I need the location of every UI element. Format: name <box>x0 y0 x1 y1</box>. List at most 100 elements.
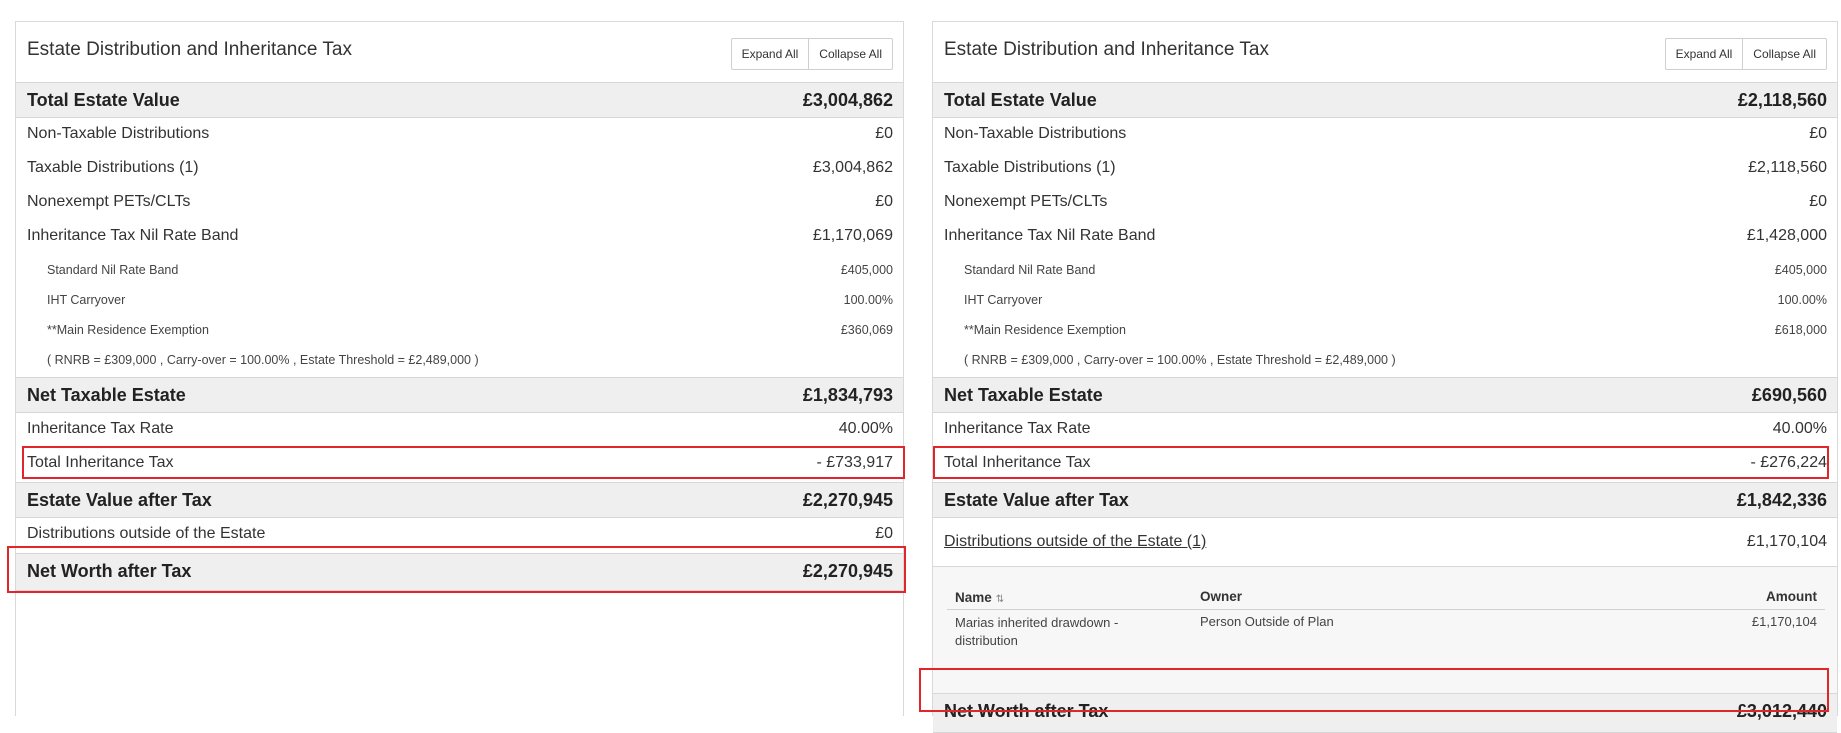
net-taxable-label: Net Taxable Estate <box>944 385 1103 405</box>
after-tax-label: Estate Value after Tax <box>944 490 1129 510</box>
std-nrb-label: Standard Nil Rate Band <box>964 263 1096 277</box>
std-nrb-value: £405,000 <box>840 263 893 277</box>
std-nrb-label: Standard Nil Rate Band <box>47 263 179 277</box>
taxable-row: Taxable Distributions (1) £3,004,862 <box>16 152 903 186</box>
nonexempt-value: £0 <box>875 193 893 210</box>
net-worth-label: Net Worth after Tax <box>27 561 192 581</box>
net-worth-value: £2,270,945 <box>802 561 893 581</box>
net-taxable-value: £1,834,793 <box>802 385 893 405</box>
expand-all-button[interactable]: Expand All <box>1666 39 1743 69</box>
distributions-table: Name ⇅ Owner Amount Marias inherited draw… <box>947 585 1825 654</box>
main-residence-row: **Main Residence Exemption £618,000 <box>933 315 1837 345</box>
net-worth-value: £3,012,440 <box>1736 701 1827 721</box>
tax-rate-label: Inheritance Tax Rate <box>944 420 1091 437</box>
net-worth-row: Net Worth after Tax £3,012,440 <box>933 693 1837 733</box>
main-residence-label: **Main Residence Exemption <box>47 323 209 337</box>
total-estate-row: Total Estate Value £3,004,862 <box>16 82 903 118</box>
total-estate-row: Total Estate Value £2,118,560 <box>933 82 1837 118</box>
taxable-value: £2,118,560 <box>1748 159 1827 176</box>
carryover-row: IHT Carryover 100.00% <box>16 285 903 315</box>
column-header-name[interactable]: Name ⇅ <box>955 589 1155 609</box>
after-tax-row: Estate Value after Tax £1,842,336 <box>933 482 1837 518</box>
table-row: Marias inherited drawdown - distribution… <box>947 610 1825 654</box>
total-iht-row: Total Inheritance Tax - £276,224 <box>933 447 1837 481</box>
expand-all-button[interactable]: Expand All <box>732 39 809 69</box>
non-taxable-value: £0 <box>875 125 893 142</box>
nonexempt-label: Nonexempt PETs/CLTs <box>27 193 191 210</box>
outside-distributions-link[interactable]: Distributions outside of the Estate (1) <box>944 533 1206 551</box>
collapse-all-button[interactable]: Collapse All <box>808 39 892 69</box>
total-estate-value: £3,004,862 <box>802 90 893 110</box>
total-iht-value: - £276,224 <box>1750 454 1827 471</box>
non-taxable-value: £0 <box>1809 125 1827 142</box>
total-iht-row: Total Inheritance Tax - £733,917 <box>16 447 903 481</box>
distributions-table-area: Name ⇅ Owner Amount Marias inherited draw… <box>933 566 1837 694</box>
tax-rate-label: Inheritance Tax Rate <box>27 420 174 437</box>
after-tax-value: £2,270,945 <box>802 490 893 510</box>
nonexempt-label: Nonexempt PETs/CLTs <box>944 193 1108 210</box>
column-header-amount: Amount <box>1766 589 1817 604</box>
outside-distributions-value: £1,170,104 <box>1746 533 1827 550</box>
tax-rate-value: 40.00% <box>838 420 893 437</box>
nil-rate-band-label: Inheritance Tax Nil Rate Band <box>27 227 239 244</box>
rnrb-note-row: ( RNRB = £309,000 , Carry-over = 100.00%… <box>16 345 903 375</box>
outside-distributions-row: Distributions outside of the Estate £0 <box>16 518 903 552</box>
total-iht-label: Total Inheritance Tax <box>27 454 174 471</box>
carryover-label: IHT Carryover <box>47 293 126 307</box>
non-taxable-label: Non-Taxable Distributions <box>27 125 210 142</box>
tax-rate-row: Inheritance Tax Rate 40.00% <box>16 413 903 447</box>
main-residence-value: £618,000 <box>1774 323 1827 337</box>
taxable-value: £3,004,862 <box>812 159 893 176</box>
total-iht-label: Total Inheritance Tax <box>944 454 1091 471</box>
rnrb-note-row: ( RNRB = £309,000 , Carry-over = 100.00%… <box>933 345 1837 375</box>
non-taxable-row: Non-Taxable Distributions £0 <box>933 118 1837 152</box>
taxable-row: Taxable Distributions (1) £2,118,560 <box>933 152 1837 186</box>
main-residence-row: **Main Residence Exemption £360,069 <box>16 315 903 345</box>
carryover-label: IHT Carryover <box>964 293 1043 307</box>
table-header-row: Name ⇅ Owner Amount <box>947 585 1825 610</box>
net-taxable-label: Net Taxable Estate <box>27 385 186 405</box>
total-estate-label: Total Estate Value <box>944 90 1097 110</box>
collapse-all-button[interactable]: Collapse All <box>1742 39 1826 69</box>
taxable-label: Taxable Distributions (1) <box>27 159 199 176</box>
carryover-row: IHT Carryover 100.00% <box>933 285 1837 315</box>
nil-rate-band-row: Inheritance Tax Nil Rate Band £1,428,000 <box>933 220 1837 254</box>
net-worth-row: Net Worth after Tax £2,270,945 <box>16 553 903 591</box>
nil-rate-band-label: Inheritance Tax Nil Rate Band <box>944 227 1156 244</box>
estate-panel-right: Estate Distribution and Inheritance Tax … <box>932 21 1838 733</box>
std-nrb-row: Standard Nil Rate Band £405,000 <box>16 255 903 285</box>
column-header-owner: Owner <box>1200 589 1243 604</box>
nil-rate-band-row: Inheritance Tax Nil Rate Band £1,170,069 <box>16 220 903 254</box>
sort-icon[interactable]: ⇅ <box>996 594 1004 605</box>
carryover-value: 100.00% <box>843 293 893 307</box>
net-taxable-value: £690,560 <box>1751 385 1827 405</box>
outside-distributions-value: £0 <box>875 525 893 542</box>
taxable-label: Taxable Distributions (1) <box>944 159 1116 176</box>
non-taxable-row: Non-Taxable Distributions £0 <box>16 118 903 152</box>
main-residence-label: **Main Residence Exemption <box>964 323 1126 337</box>
expand-collapse-group: Expand All Collapse All <box>1664 38 1827 70</box>
estate-panel-left: Estate Distribution and Inheritance Tax … <box>15 21 904 716</box>
nonexempt-value: £0 <box>1809 193 1827 210</box>
panel-title: Estate Distribution and Inheritance Tax <box>944 39 1269 60</box>
panel-title: Estate Distribution and Inheritance Tax <box>27 39 352 60</box>
tax-rate-row: Inheritance Tax Rate 40.00% <box>933 413 1837 447</box>
expand-collapse-group: Expand All Collapse All <box>730 38 893 70</box>
net-taxable-row: Net Taxable Estate £690,560 <box>933 377 1837 413</box>
net-taxable-row: Net Taxable Estate £1,834,793 <box>16 377 903 413</box>
nonexempt-row: Nonexempt PETs/CLTs £0 <box>933 186 1837 220</box>
std-nrb-value: £405,000 <box>1774 263 1827 277</box>
outside-distributions-label: Distributions outside of the Estate <box>27 525 266 542</box>
nil-rate-band-value: £1,428,000 <box>1746 227 1827 244</box>
total-estate-value: £2,118,560 <box>1737 90 1827 110</box>
distribution-amount: £1,170,104 <box>1751 614 1817 629</box>
distribution-owner: Person Outside of Plan <box>1200 614 1334 629</box>
after-tax-row: Estate Value after Tax £2,270,945 <box>16 482 903 518</box>
std-nrb-row: Standard Nil Rate Band £405,000 <box>933 255 1837 285</box>
nonexempt-row: Nonexempt PETs/CLTs £0 <box>16 186 903 220</box>
rnrb-note: ( RNRB = £309,000 , Carry-over = 100.00%… <box>47 353 479 367</box>
rnrb-note: ( RNRB = £309,000 , Carry-over = 100.00%… <box>964 353 1396 367</box>
nil-rate-band-value: £1,170,069 <box>812 227 893 244</box>
main-residence-value: £360,069 <box>840 323 893 337</box>
outside-distributions-row: Distributions outside of the Estate (1) … <box>933 518 1837 566</box>
